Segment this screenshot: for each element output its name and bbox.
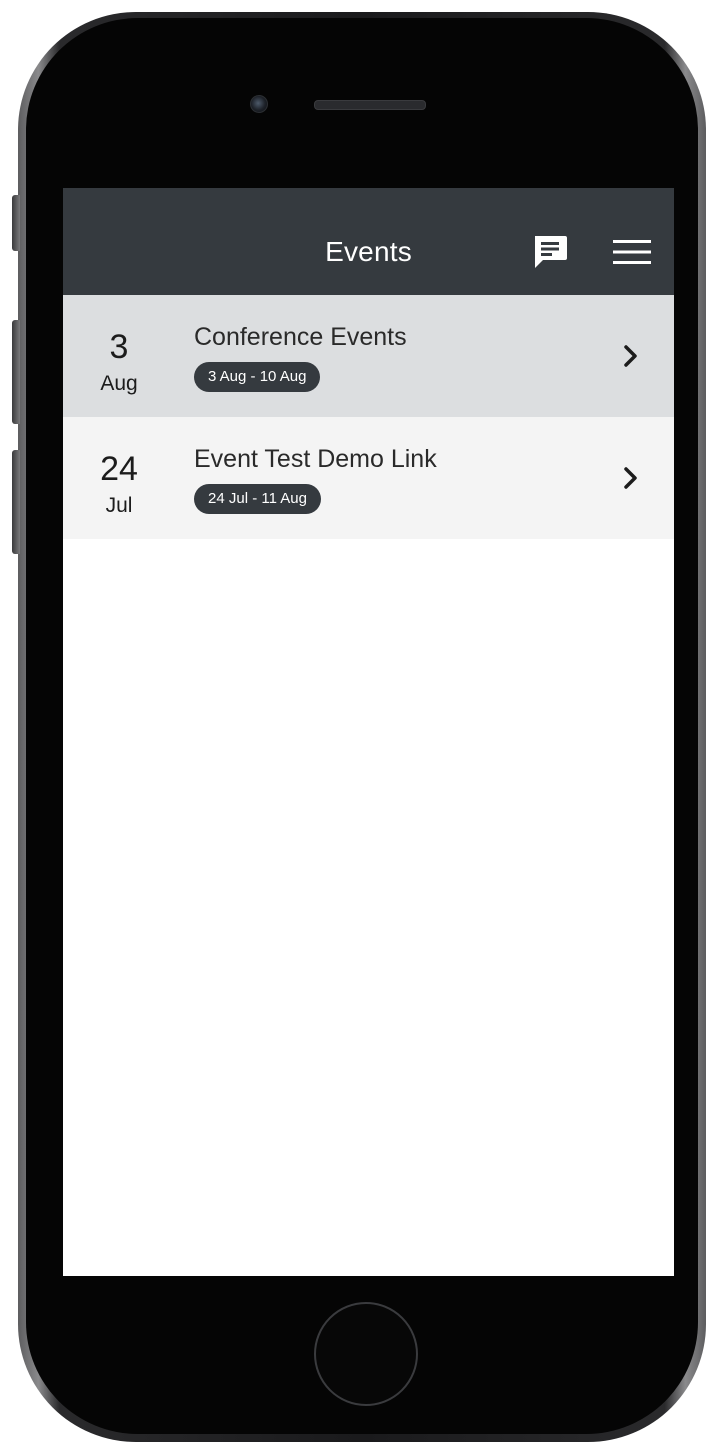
chevron-right-icon	[618, 461, 644, 495]
event-month: Jul	[105, 494, 133, 517]
chat-icon	[530, 232, 570, 277]
event-date-range-badge: 24 Jul - 11 Aug	[194, 484, 321, 514]
event-day: 3	[109, 328, 129, 366]
earpiece-speaker	[314, 100, 426, 110]
volume-up-button	[12, 320, 20, 424]
chevron-right-icon	[618, 339, 644, 373]
event-month: Aug	[100, 372, 138, 395]
event-date-range-badge: 3 Aug - 10 Aug	[194, 362, 321, 392]
app-header: Events	[63, 188, 674, 295]
event-title: Conference Events	[194, 323, 407, 351]
chat-button[interactable]	[526, 230, 574, 278]
hamburger-menu-icon	[613, 237, 651, 272]
app-screen: Events 3 Aug Conference Events 3 Aug - 1…	[63, 188, 674, 1276]
events-list: 3 Aug Conference Events 3 Aug - 10 Aug 2…	[63, 295, 674, 539]
volume-down-button	[12, 450, 20, 554]
event-row[interactable]: 3 Aug Conference Events 3 Aug - 10 Aug	[63, 295, 674, 417]
mute-switch	[12, 195, 20, 251]
event-day: 24	[100, 450, 138, 488]
event-title: Event Test Demo Link	[194, 445, 437, 473]
event-row[interactable]: 24 Jul Event Test Demo Link 24 Jul - 11 …	[63, 417, 674, 539]
menu-button[interactable]	[606, 230, 658, 278]
front-camera	[250, 95, 268, 113]
home-button[interactable]	[314, 1302, 418, 1406]
page-title: Events	[325, 236, 412, 267]
